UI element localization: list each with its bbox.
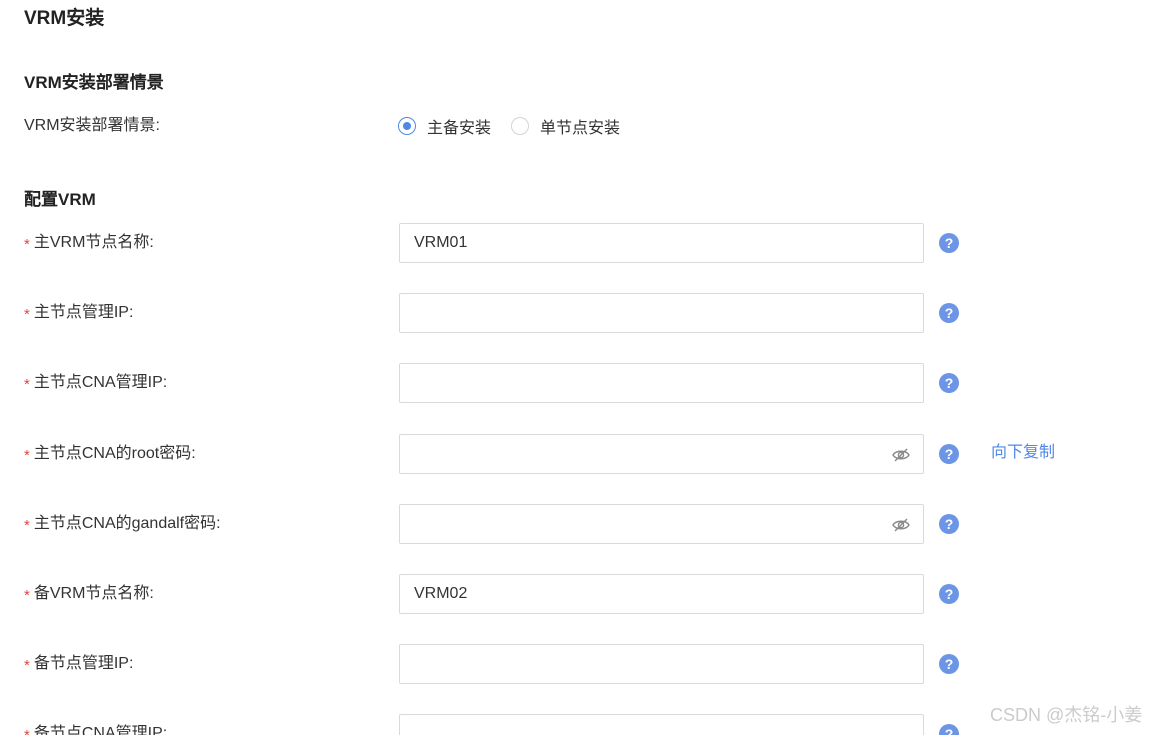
field-label-text: 主节点CNA的root密码:: [33, 445, 196, 462]
deploy-scenario-label: VRM安装部署情景:: [24, 117, 161, 134]
primary-vrm-name-field[interactable]: [399, 223, 924, 263]
field-label-standby-cna-mgmt-ip: *备节点CNA管理IP:: [24, 724, 167, 735]
required-mark: *: [24, 306, 30, 323]
field-label-text: 备VRM节点名称:: [33, 585, 154, 602]
field-label-text: 备节点管理IP:: [33, 655, 134, 672]
help-icon[interactable]: ?: [939, 303, 959, 323]
radio-active-standby-label: 主备安装: [427, 120, 492, 137]
field-label-primary-cna-mgmt-ip: * 主节点CNA管理IP:: [24, 373, 167, 393]
required-mark: *: [24, 727, 30, 735]
required-mark: *: [24, 236, 30, 253]
required-mark: *: [24, 376, 30, 393]
standby-mgmt-ip-input[interactable]: [400, 645, 923, 683]
standby-vrm-name-input[interactable]: [400, 575, 923, 613]
primary-cna-root-password-input[interactable]: [400, 435, 923, 473]
standby-vrm-name-field[interactable]: [399, 574, 924, 614]
field-label-standby-vrm-name: * 备VRM节点名称:: [24, 584, 154, 604]
standby-cna-mgmt-ip-input[interactable]: [400, 715, 923, 735]
help-icon[interactable]: ?: [939, 444, 959, 464]
required-mark: *: [24, 587, 30, 604]
help-icon[interactable]: ?: [939, 373, 959, 393]
field-label-primary-mgmt-ip: * 主节点管理IP:: [24, 303, 133, 323]
primary-mgmt-ip-input[interactable]: [400, 294, 923, 332]
field-label-primary-cna-root-password: * 主节点CNA的root密码:: [24, 444, 196, 464]
config-section-title: 配置VRM: [24, 190, 96, 209]
eye-slash-icon[interactable]: [891, 445, 911, 465]
vrm-install-page: VRM安装 VRM安装部署情景 VRM安装部署情景: 主备安装 单节点安装 配置…: [0, 0, 1176, 735]
required-mark: *: [24, 447, 30, 464]
page-title: VRM安装: [24, 8, 105, 29]
help-icon[interactable]: ?: [939, 233, 959, 253]
field-label-primary-cna-gandalf-password: * 主节点CNA的gandalf密码:: [24, 514, 221, 534]
field-label-text: 备节点CNA管理IP:: [33, 725, 168, 735]
radio-unchecked-icon[interactable]: [511, 117, 530, 135]
field-label-primary-vrm-name: * 主VRM节点名称:: [24, 233, 154, 253]
eye-slash-icon[interactable]: [891, 515, 911, 535]
field-label-text: 主节点CNA的gandalf密码:: [33, 515, 221, 532]
copy-down-link[interactable]: 向下复制: [991, 443, 1055, 463]
radio-single-node[interactable]: 单节点安装: [511, 114, 620, 138]
help-icon[interactable]: ?: [939, 724, 959, 735]
standby-mgmt-ip-field[interactable]: [399, 644, 924, 684]
deploy-scenario-radio-group: 主备安装 单节点安装: [398, 115, 640, 137]
help-icon[interactable]: ?: [939, 654, 959, 674]
field-label-text: 主节点CNA管理IP:: [33, 374, 168, 391]
primary-cna-gandalf-password-input[interactable]: [400, 505, 923, 543]
standby-cna-mgmt-ip-field[interactable]: [399, 714, 924, 735]
primary-cna-root-password-field[interactable]: [399, 434, 924, 474]
primary-cna-mgmt-ip-input[interactable]: [400, 364, 923, 402]
radio-single-node-label: 单节点安装: [540, 120, 621, 137]
required-mark: *: [24, 517, 30, 534]
deploy-section-title: VRM安装部署情景: [24, 73, 164, 92]
required-mark: *: [24, 657, 30, 674]
radio-checked-icon[interactable]: [398, 117, 416, 135]
field-label-text: 主VRM节点名称:: [33, 234, 154, 251]
primary-cna-gandalf-password-field[interactable]: [399, 504, 924, 544]
primary-vrm-name-input[interactable]: [400, 224, 923, 262]
help-icon[interactable]: ?: [939, 584, 959, 604]
field-label-text: 主节点管理IP:: [33, 304, 134, 321]
field-label-standby-mgmt-ip: * 备节点管理IP:: [24, 654, 133, 674]
radio-active-standby[interactable]: 主备安装: [398, 114, 491, 138]
watermark: CSDN @杰铭-小姜: [990, 705, 1143, 725]
primary-cna-mgmt-ip-field[interactable]: [399, 363, 924, 403]
help-icon[interactable]: ?: [939, 514, 959, 534]
primary-mgmt-ip-field[interactable]: [399, 293, 924, 333]
